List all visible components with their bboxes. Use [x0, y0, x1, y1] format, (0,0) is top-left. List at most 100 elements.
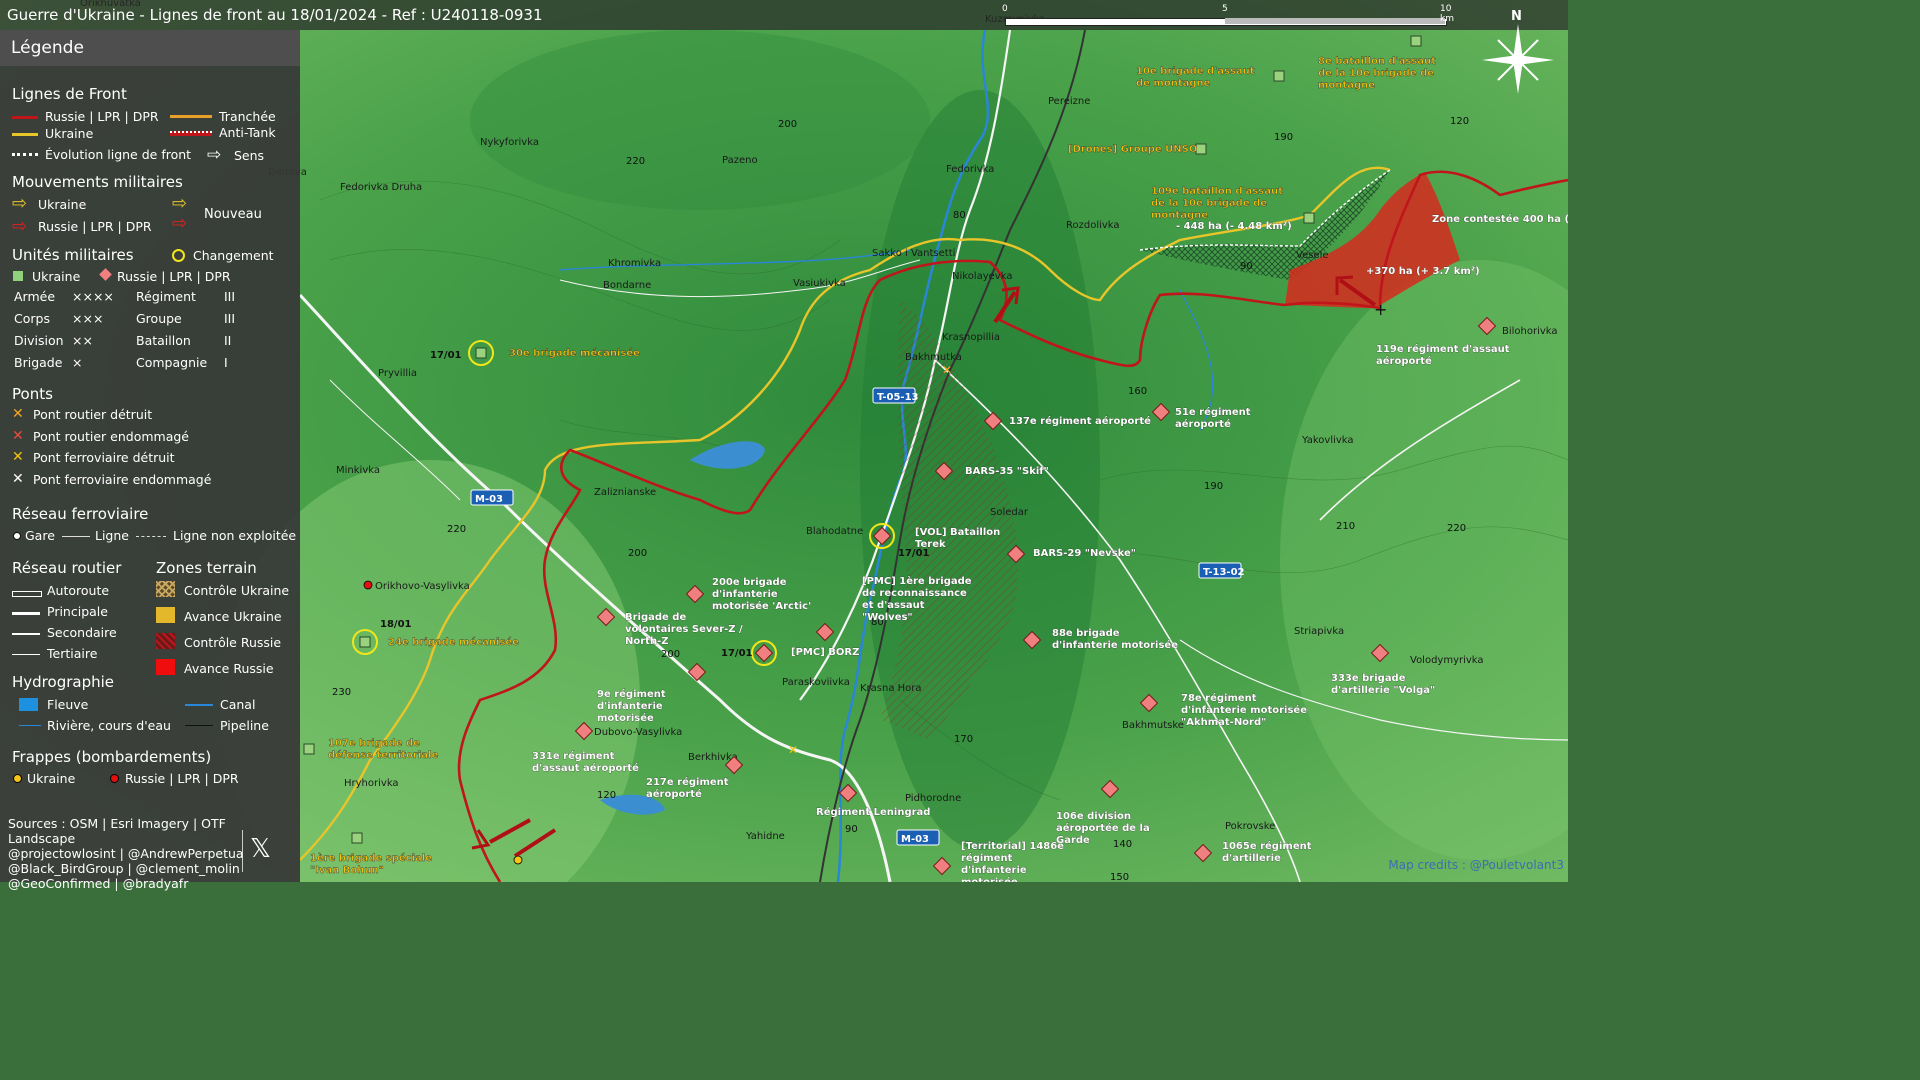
legend-bridge-item: Pont routier détruit: [33, 407, 153, 422]
unit-echelon-symbol: ×: [72, 355, 83, 370]
legend-front-title: Lignes de Front: [12, 85, 127, 103]
legend-zone-1: Avance Ukraine: [184, 609, 282, 624]
scale-bar: 0 5 10 km: [1000, 4, 1454, 28]
strike-russia-icon: [363, 580, 373, 590]
place-label: Yahidne: [745, 831, 785, 842]
place-label: Vesele: [1296, 250, 1329, 261]
elevation-label: 200: [778, 119, 797, 130]
place-label: Pazeno: [722, 155, 758, 166]
x-logo-icon[interactable]: 𝕏: [250, 834, 271, 864]
road-shield-label: M-03: [475, 494, 503, 505]
unit-echelon-symbol: ××××: [72, 289, 114, 304]
road-shield: T-05-13: [872, 387, 919, 404]
legend-move-ukraine: Ukraine: [38, 197, 87, 212]
legend-road-item: Tertiaire: [47, 646, 98, 661]
scale-label-5: 5: [1222, 4, 1228, 14]
legend-russia-line: Russie | LPR | DPR: [45, 109, 159, 124]
elevation-label: 220: [626, 156, 645, 167]
unit-echelon-name: Brigade: [14, 355, 63, 370]
ukraine-unit-icon: [359, 636, 371, 648]
legend-russia-line-swatch: [12, 116, 38, 119]
ukraine-unit-icon: [1273, 70, 1285, 82]
unit-echelon-name: Régiment: [136, 289, 196, 304]
unit-date: 18/01: [380, 619, 412, 630]
legend-panel: Légende Lignes de Front Russie | LPR | D…: [0, 30, 300, 882]
legend-rail-title: Réseau ferroviaire: [12, 505, 149, 523]
unit-date: 17/01: [721, 648, 753, 659]
russia-unit-label: 137e régiment aéroporté: [1009, 415, 1151, 427]
place-label: Pokrovske: [1225, 821, 1275, 832]
new-ukraine-arrow-icon: ⇨: [172, 193, 188, 214]
ukraine-move-arrow-icon: ⇨: [12, 193, 28, 214]
elevation-label: 230: [332, 687, 351, 698]
place-label: Nykyforivka: [480, 137, 539, 148]
legend-zone-3: Avance Russie: [184, 661, 274, 676]
elevation-label: 190: [1204, 481, 1223, 492]
crosshair-icon: +: [1374, 300, 1387, 319]
annotation-zone-contest: Zone contestée 400 ha (4 km²): [1432, 213, 1568, 225]
elevation-label: 200: [628, 548, 647, 559]
rail-unused-swatch: [136, 536, 166, 537]
compass-north-label: N: [1511, 9, 1522, 24]
russia-unit-swatch: [99, 268, 112, 281]
legend-strike-russia: Russie | LPR | DPR: [125, 771, 239, 786]
ukraine-unit-icon: [303, 743, 315, 755]
scale-bar-half: [1225, 18, 1445, 24]
unit-echelon-symbol: ××: [72, 333, 93, 348]
ukraine-unit-icon: [1410, 35, 1422, 47]
bridge-cross-icon: ✕: [12, 449, 24, 465]
bridge-cross-icon: ✕: [12, 470, 24, 487]
legend-rail-station: Gare: [25, 528, 55, 543]
road-shield-label: T-13-02: [1203, 567, 1245, 578]
zone-ukraine-control-swatch: [156, 581, 175, 597]
legend-zone-2: Contrôle Russie: [184, 635, 282, 650]
legend-bridges-title: Ponts: [12, 385, 53, 403]
legend-zone-0: Contrôle Ukraine: [184, 583, 290, 598]
unit-echelon-symbol: III: [224, 289, 236, 304]
place-label: Volodymyrivka: [1410, 655, 1484, 666]
unit-echelon-name: Armée: [14, 289, 56, 304]
scale-label-0: 0: [1002, 4, 1008, 14]
bridge-cross-icon: ✕: [12, 427, 24, 444]
ukraine-unit[interactable]: [Drones] Groupe UNSO: [1068, 143, 1207, 155]
place-label: Sakko i Vantsetti: [872, 248, 955, 259]
new-russia-arrow-icon: ⇨: [172, 213, 188, 234]
legend-bridge-item: Pont ferroviaire détruit: [33, 450, 175, 465]
unit-echelon-name: Bataillon: [136, 333, 191, 348]
bridge-cross-icon: ✕: [12, 406, 24, 422]
legend-trench: Tranchée: [219, 109, 276, 124]
scale-label-10: 10 km: [1440, 4, 1454, 24]
place-label: Soledar: [990, 507, 1029, 518]
legend-move-russia: Russie | LPR | DPR: [38, 219, 152, 234]
russia-unit-label: BARS-29 "Nevske": [1033, 548, 1136, 559]
legend-zones-title: Zones terrain: [156, 559, 257, 577]
elevation-label: 90: [1240, 261, 1253, 272]
place-label: Paraskoviivka: [782, 677, 850, 688]
legend-direction: Sens: [234, 148, 265, 163]
place-label: Orikhovo-Vasylivka: [375, 581, 470, 592]
river-swatch: [19, 698, 38, 711]
unit-echelon-name: Compagnie: [136, 355, 208, 370]
legend-hydro-pipeline: Pipeline: [220, 718, 269, 733]
zone-russia-control-swatch: [156, 633, 175, 649]
russia-unit-label: [PMC] BORZ: [791, 647, 859, 658]
place-label: Krasna Hora: [860, 683, 922, 694]
legend-hydro-title: Hydrographie: [12, 673, 114, 691]
elevation-label: 120: [1450, 116, 1469, 127]
legend-bridge-item: Pont ferroviaire endommagé: [33, 471, 212, 487]
russia-unit[interactable]: 137e régiment aéroporté: [983, 411, 1152, 431]
sources-line: @Black_BirdGroup | @clement_molin: [8, 861, 240, 876]
place-label: Nikolayevka: [952, 271, 1012, 282]
legend-evolution: Évolution ligne de front: [45, 147, 192, 162]
legend-bridge-item: Pont routier endommagé: [33, 428, 189, 444]
place-label: Pereizne: [1048, 96, 1090, 107]
strike-russia-swatch: [110, 774, 119, 783]
ukraine-unit-icon: [1195, 143, 1207, 155]
legend-roads-title: Réseau routier: [12, 559, 122, 577]
legend-unit-russia: Russie | LPR | DPR: [117, 269, 231, 284]
place-label: Fedorivka: [946, 164, 994, 175]
zone-ukraine-advance-swatch: [156, 607, 175, 623]
legend-strikes-title: Frappes (bombardements): [12, 748, 212, 766]
place-label: Hryhorivka: [344, 778, 399, 789]
legend-ukraine-line-swatch: [12, 133, 38, 136]
